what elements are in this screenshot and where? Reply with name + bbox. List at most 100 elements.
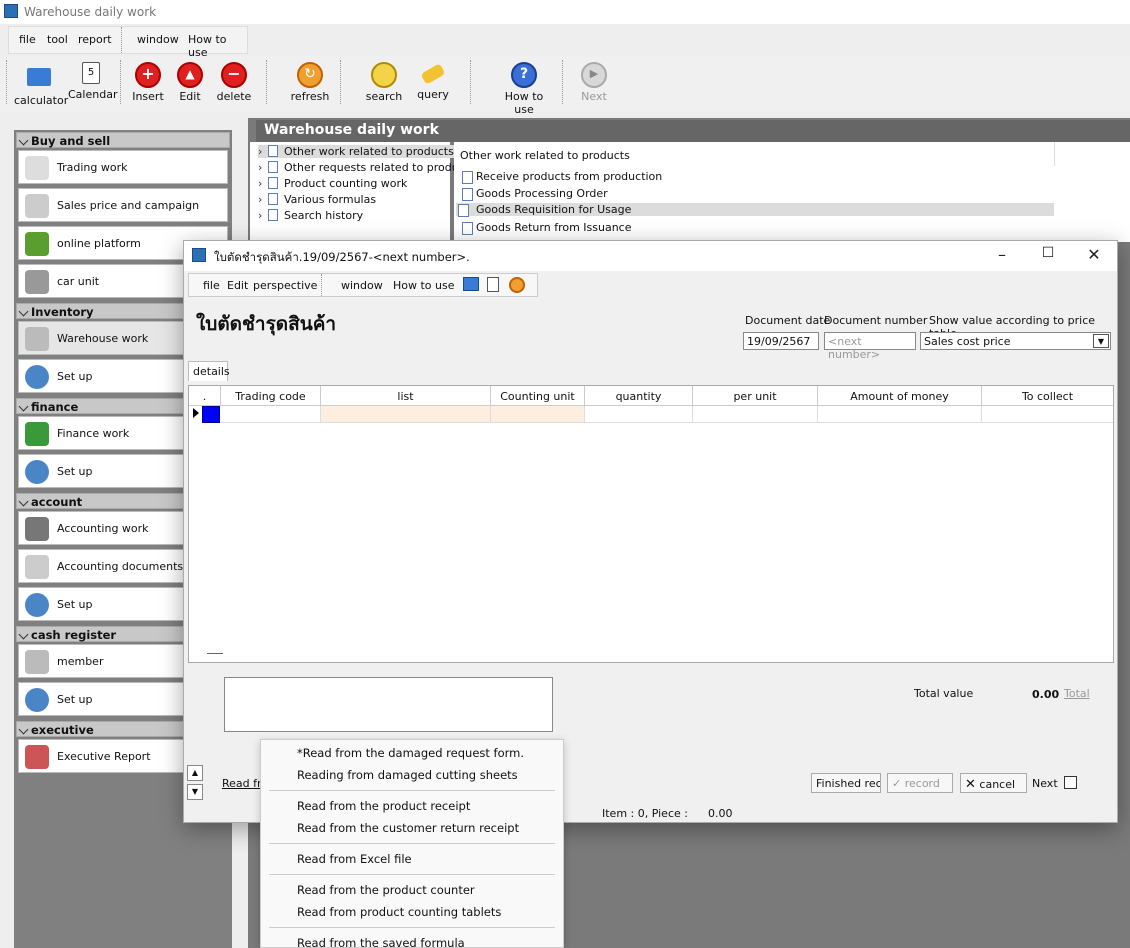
calculator-icon[interactable]	[463, 277, 479, 291]
close-icon[interactable]: ✕	[1082, 245, 1106, 265]
popup-item[interactable]: Read from product counting tablets	[297, 905, 501, 919]
menu-window[interactable]: window	[137, 33, 179, 46]
refresh-label: refresh	[290, 90, 330, 103]
list-item-selected[interactable]: Goods Requisition for Usage	[456, 203, 1054, 217]
sidebar-item-label: Set up	[57, 465, 93, 478]
menu-window[interactable]: window	[341, 279, 383, 292]
record-button[interactable]: ✓ record	[887, 773, 953, 793]
sidebar-item-label: Executive Report	[57, 750, 151, 763]
grid-cell[interactable]	[221, 406, 321, 423]
doc-date-field[interactable]: 19/09/2567	[743, 332, 819, 350]
finished-record-button[interactable]: Finished recor	[811, 773, 881, 793]
popup-item[interactable]: Read from Excel file	[297, 852, 412, 866]
refresh-icon[interactable]	[509, 277, 525, 293]
list-item[interactable]: Goods Return from Issuance	[460, 221, 632, 235]
menu-file[interactable]: file	[203, 279, 220, 292]
insert-button[interactable]: + Insert	[128, 58, 168, 108]
tree-item[interactable]: › Search history	[258, 209, 363, 222]
list-item[interactable]: Receive products from production	[460, 170, 662, 184]
how-to-use-button[interactable]: ? How to use	[494, 58, 554, 116]
insert-label: Insert	[132, 90, 164, 103]
next-button[interactable]: ▶ Next	[578, 58, 610, 108]
price-table-select[interactable]: Sales cost price ▼	[920, 332, 1111, 350]
grid-cell[interactable]	[321, 406, 491, 423]
doc-number-field[interactable]: <next number>	[824, 332, 916, 361]
chevron-right-icon: ›	[258, 177, 263, 190]
calendar-button[interactable]: 5 Calendar	[68, 58, 117, 108]
toolbar-separator	[266, 60, 267, 104]
dialog-menubar: file Edit perspective window How to use	[188, 273, 538, 297]
dialog-titlebar: ใบตัดชำรุดสินค้า.19/09/2567-<next number…	[184, 241, 1117, 271]
status-items: Item : 0, Piece :	[602, 807, 688, 820]
details-grid: . Trading code list Counting unit quanti…	[188, 385, 1114, 663]
grid-cell[interactable]	[818, 406, 982, 423]
menu-how-to-use[interactable]: How to use	[393, 279, 455, 292]
menu-tool[interactable]: tool	[47, 33, 68, 46]
row-selector-cell[interactable]	[202, 406, 220, 423]
popup-item[interactable]: Read from the customer return receipt	[297, 821, 519, 835]
scroll-down-icon[interactable]: ▼	[187, 784, 203, 800]
grid-header[interactable]: list	[321, 386, 491, 406]
tree-item[interactable]: › Product counting work	[258, 177, 407, 190]
gear-icon	[25, 460, 49, 484]
edit-button[interactable]: ▲ Edit	[172, 58, 208, 108]
sidebar-item-sales-price[interactable]: Sales price and campaign	[18, 188, 228, 222]
grid-header[interactable]: quantity	[585, 386, 693, 406]
tree-pane: › Other work related to products › Other r…	[250, 142, 459, 242]
refresh-button[interactable]: ↻ refresh	[286, 58, 334, 108]
query-button[interactable]: query	[412, 58, 454, 108]
list-item[interactable]: Goods Processing Order	[460, 187, 608, 201]
maximize-icon[interactable]: ☐	[1036, 245, 1060, 265]
menubar: file tool report window How to use	[8, 26, 248, 59]
tab-details[interactable]: details	[188, 361, 230, 381]
status-value: 0.00	[708, 807, 733, 820]
grid-cell[interactable]	[585, 406, 693, 423]
total-value-label: Total value	[914, 687, 974, 700]
delete-button[interactable]: − delete	[214, 58, 254, 108]
close-icon: ✕	[965, 777, 976, 792]
grid-cell[interactable]	[491, 406, 585, 423]
edit-label: Edit	[179, 90, 201, 103]
search-button[interactable]: search	[362, 58, 406, 108]
popup-item[interactable]: Read from the product counter	[297, 883, 475, 897]
popup-item[interactable]: Reading from damaged cutting sheets	[297, 768, 518, 782]
grid-header[interactable]: per unit	[693, 386, 818, 406]
total-link[interactable]: Total	[1064, 687, 1090, 700]
popup-item[interactable]: *Read from the damaged request form.	[297, 746, 524, 760]
group-buy-and-sell[interactable]: Buy and sell	[16, 132, 230, 148]
tree-item[interactable]: › Other requests related to produ	[258, 161, 459, 174]
popup-item[interactable]: Read from the product receipt	[297, 799, 470, 813]
next-checkbox[interactable]	[1064, 776, 1077, 789]
tree-item[interactable]: › Various formulas	[258, 193, 376, 206]
calendar-icon[interactable]	[487, 277, 499, 292]
chevron-down-icon[interactable]: ▼	[1093, 334, 1109, 348]
grid-cell[interactable]	[693, 406, 818, 423]
grid-header[interactable]: .	[189, 386, 221, 406]
menu-file[interactable]: file	[19, 33, 36, 46]
scroll-up-icon[interactable]: ▲	[187, 765, 203, 781]
cancel-button[interactable]: ✕ cancel	[960, 773, 1027, 793]
menu-report[interactable]: report	[78, 33, 112, 46]
popup-item[interactable]: Read from the saved formula	[297, 936, 465, 948]
grid-header[interactable]: To collect	[982, 386, 1113, 406]
calculator-button[interactable]: calculator	[14, 58, 68, 108]
gear-icon	[25, 593, 49, 617]
list-pane: Other work related to products Receive p…	[454, 142, 1130, 242]
grid-cell[interactable]	[982, 406, 1113, 423]
tree-item[interactable]: › Other work related to products	[258, 145, 458, 158]
toolbar-separator	[340, 60, 341, 104]
read-from-link[interactable]: Read fr	[222, 777, 262, 790]
minimize-icon[interactable]: –	[990, 245, 1014, 265]
sidebar-item-label: Trading work	[57, 161, 128, 174]
menu-edit[interactable]: Edit	[227, 279, 248, 292]
sidebar-item-label: Sales price and campaign	[57, 199, 200, 212]
sidebar-item-trading-work[interactable]: Trading work	[18, 150, 228, 184]
grid-header[interactable]: Amount of money	[818, 386, 982, 406]
grid-header[interactable]: Trading code	[221, 386, 321, 406]
menu-perspective[interactable]: perspective	[253, 279, 317, 292]
grid-header[interactable]: Counting unit	[491, 386, 585, 406]
app-icon	[4, 4, 18, 18]
document-icon	[268, 161, 278, 173]
cancel-label: cancel	[979, 778, 1016, 791]
notes-textarea[interactable]	[224, 677, 553, 732]
